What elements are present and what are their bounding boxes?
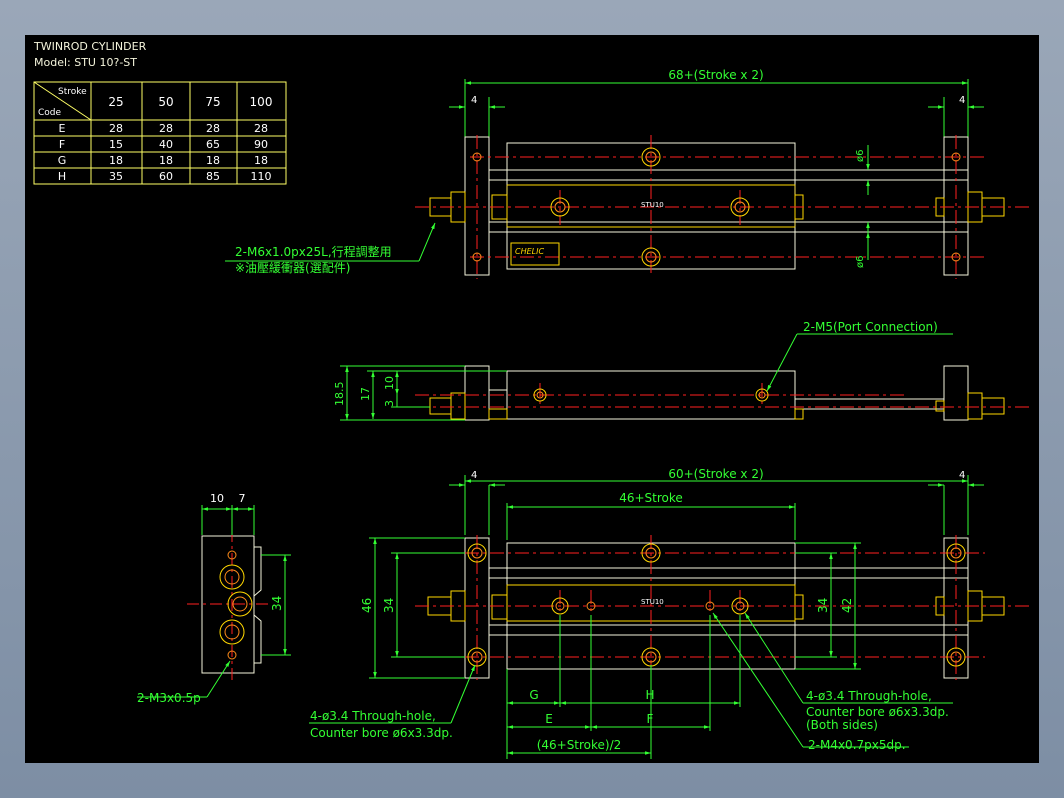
table-cell: 28 [159, 122, 173, 135]
side-view: 18.5 17 10 3 2-M5(Port Connection) [333, 320, 1029, 421]
table-col-header: 50 [158, 95, 173, 109]
bottom-callout-right-3: (Both sides) [806, 718, 878, 732]
table-cell: 18 [206, 154, 220, 167]
side-dim-17: 17 [359, 387, 372, 401]
table-cell: 18 [159, 154, 173, 167]
table-cell: 60 [159, 170, 173, 183]
table-row-code: H [58, 170, 66, 183]
top-callout-1: 2-M6x1.0px25L,行程調整用 [235, 244, 392, 259]
title-line-1: TWINROD CYLINDER [33, 40, 147, 53]
table-col-header: 25 [108, 95, 123, 109]
table-cell: 28 [254, 122, 268, 135]
bottom-dim-34-right: 34 [816, 598, 830, 613]
bottom-dim-E: E [545, 712, 553, 726]
bottom-callout-m4: 2-M4x0.7px5dp. [808, 738, 906, 752]
bottom-dim-42: 42 [840, 598, 854, 613]
table-cell: 28 [206, 122, 220, 135]
bottom-callout-left-1: 4-ø3.4 Through-hole, [310, 709, 436, 723]
bottom-dim-F: F [647, 712, 654, 726]
side-dim-3: 3 [383, 400, 396, 407]
bottom-callout-right-2: Counter bore ø6x3.3dp. [806, 705, 949, 719]
end-dim-7: 7 [239, 492, 246, 505]
bottom-left-dim: 4 [471, 470, 477, 481]
table-col-header: 100 [250, 95, 273, 109]
table-header-code: Code [38, 108, 62, 118]
top-dia-lower: ø6 [855, 256, 866, 268]
top-body-label: STU10 [641, 201, 664, 209]
table-cell: 28 [109, 122, 123, 135]
table-col-header: 75 [205, 95, 220, 109]
top-callout-2: ※油壓緩衝器(選配件) [235, 261, 350, 275]
bottom-inner-dim: 46+Stroke [619, 491, 683, 505]
top-left-dim: 4 [471, 95, 477, 106]
cad-drawing: TWINROD CYLINDER Model: STU 10?-ST Strok… [33, 40, 1029, 759]
bottom-right-dim: 4 [959, 470, 965, 481]
top-dia-upper: ø6 [855, 150, 866, 162]
drawing-canvas: TWINROD CYLINDER Model: STU 10?-ST Strok… [25, 35, 1039, 763]
table-header-stroke: Stroke [58, 87, 87, 97]
table-row-code: G [58, 154, 67, 167]
table-cell: 18 [109, 154, 123, 167]
top-overall-dim: 68+(Stroke x 2) [668, 68, 763, 82]
top-brand-label: CHELIC [515, 247, 544, 256]
side-dim-18-5: 18.5 [333, 382, 346, 407]
bottom-callout-left-2: Counter bore ø6x3.3dp. [310, 726, 453, 740]
top-right-dim: 4 [959, 95, 965, 106]
bottom-body-label: STU10 [641, 598, 664, 606]
bottom-view: 60+(Stroke x 2) 4 4 46+Stroke STU10 46 3… [309, 467, 1029, 759]
table-cell: 90 [254, 138, 268, 151]
side-port-callout: 2-M5(Port Connection) [803, 320, 938, 334]
table-cell: 18 [254, 154, 268, 167]
end-dim-10: 10 [210, 492, 224, 505]
title-line-2: Model: STU 10?-ST [34, 56, 137, 69]
table-row-code: F [59, 138, 65, 151]
end-dim-34: 34 [270, 596, 284, 611]
table-cell: 15 [109, 138, 123, 151]
table-cell: 40 [159, 138, 173, 151]
bottom-dim-H: H [645, 688, 654, 702]
table-cell: 65 [206, 138, 220, 151]
table-row-code: E [59, 122, 66, 135]
table-cell: 110 [251, 170, 272, 183]
bottom-dim-34-left: 34 [382, 598, 396, 613]
table-cell: 85 [206, 170, 220, 183]
bottom-dim-46: 46 [360, 598, 374, 613]
end-callout: 2-M3x0.5p [137, 691, 201, 705]
bottom-half-dim: (46+Stroke)/2 [537, 738, 622, 752]
top-view: 68+(Stroke x 2) 4 4 ø6 ø6 STU10 CHELIC 2… [225, 68, 1029, 279]
table-cell: 35 [109, 170, 123, 183]
bottom-dim-G: G [529, 688, 538, 702]
bottom-overall-dim: 60+(Stroke x 2) [668, 467, 763, 481]
end-view: 10 7 34 2-M3x0.5p [137, 492, 291, 705]
side-dim-10: 10 [383, 376, 396, 390]
bottom-callout-right-1: 4-ø3.4 Through-hole, [806, 689, 932, 703]
